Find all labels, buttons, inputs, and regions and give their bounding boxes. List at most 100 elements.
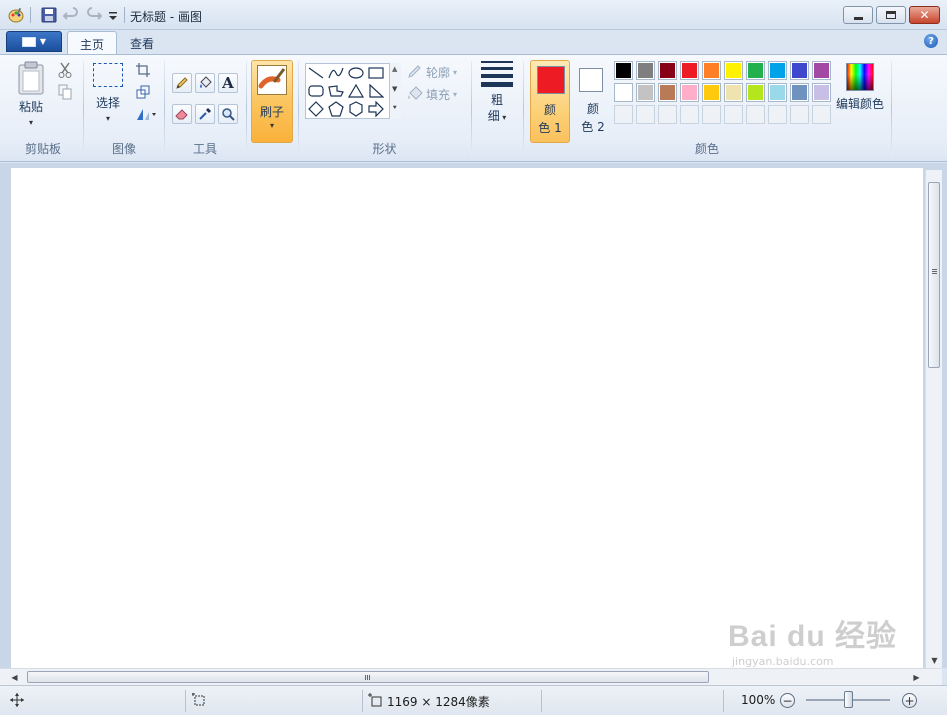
right-triangle-shape-icon[interactable] <box>367 83 385 99</box>
paste-button[interactable]: 粘贴 ▾ <box>10 61 52 131</box>
clipboard-group: 粘贴 ▾ 剪贴板 <box>4 55 82 161</box>
redo-icon[interactable] <box>86 7 103 23</box>
shapes-gallery <box>305 63 401 119</box>
scroll-down-arrow[interactable]: ▼ <box>926 652 943 669</box>
customize-quick-access-icon[interactable] <box>107 7 123 23</box>
palette-color-swatch[interactable] <box>812 61 831 80</box>
close-button[interactable]: ✕ <box>909 6 940 24</box>
cut-icon[interactable] <box>56 61 74 79</box>
palette-color-swatch[interactable] <box>724 83 743 102</box>
cursor-position-icon <box>10 693 24 710</box>
group-separator <box>246 61 247 157</box>
minimize-button[interactable] <box>843 6 873 24</box>
rectangle-shape-icon[interactable] <box>367 65 385 81</box>
selection-size-icon <box>192 693 206 710</box>
pentagon-shape-icon[interactable] <box>327 101 345 117</box>
polygon-shape-icon[interactable] <box>327 83 345 99</box>
color-2-label-1: 颜 <box>586 102 599 116</box>
crop-icon[interactable] <box>134 61 152 79</box>
help-icon[interactable]: ? <box>924 34 938 48</box>
horizontal-scroll-thumb[interactable] <box>27 671 709 683</box>
brushes-button[interactable]: 刷子 ▾ <box>251 60 293 143</box>
tab-view[interactable]: 查看 <box>118 31 166 54</box>
vertical-scroll-thumb[interactable] <box>928 182 940 368</box>
undo-icon[interactable] <box>62 7 79 23</box>
edit-colors-button[interactable]: 编辑颜色 <box>836 63 884 112</box>
copy-icon[interactable] <box>56 83 74 101</box>
zoom-out-button[interactable]: − <box>780 693 795 708</box>
shapes-scroll[interactable]: ▲ ▼ ⯆ <box>389 63 401 119</box>
palette-empty-swatch <box>636 105 655 124</box>
hexagon-shape-icon[interactable] <box>347 101 365 117</box>
save-icon[interactable] <box>41 7 57 23</box>
palette-color-swatch[interactable] <box>614 61 633 80</box>
line-width-icon <box>481 61 513 87</box>
palette-color-swatch[interactable] <box>768 61 787 80</box>
palette-color-swatch[interactable] <box>724 61 743 80</box>
zoom-slider-thumb[interactable] <box>844 691 853 708</box>
palette-color-swatch[interactable] <box>658 83 677 102</box>
palette-color-swatch[interactable] <box>790 83 809 102</box>
image-size-icon <box>368 693 382 710</box>
restore-icon <box>886 11 896 19</box>
edit-colors-label: 编辑颜色 <box>836 97 885 111</box>
horizontal-scrollbar[interactable]: ◀ ▶ <box>0 668 942 685</box>
chevron-down-icon[interactable]: ▼ <box>392 85 397 93</box>
oval-shape-icon[interactable] <box>347 65 365 81</box>
fill-button[interactable]: 填充 ▾ <box>407 85 457 103</box>
scroll-right-arrow[interactable]: ▶ <box>908 669 925 686</box>
select-label: 选择 <box>95 96 120 110</box>
rotate-icon[interactable] <box>134 105 158 123</box>
vertical-scrollbar[interactable]: ▼ <box>925 170 942 668</box>
palette-color-swatch[interactable] <box>790 61 809 80</box>
menu-icon <box>21 36 36 47</box>
color-1-label-1: 颜 <box>543 103 556 117</box>
size-label-2: 细 ▾ <box>487 109 507 123</box>
zoom-in-button[interactable]: + <box>902 693 917 708</box>
resize-icon[interactable] <box>134 83 152 101</box>
maximize-button[interactable] <box>876 6 906 24</box>
select-dropdown-icon: ▾ <box>105 114 110 123</box>
outline-button[interactable]: 轮廓 ▾ <box>407 63 457 81</box>
fill-bucket-icon[interactable] <box>195 73 215 93</box>
chevron-up-icon[interactable]: ▲ <box>392 65 397 73</box>
drawing-canvas[interactable] <box>11 168 923 668</box>
palette-color-swatch[interactable] <box>658 61 677 80</box>
palette-color-swatch[interactable] <box>768 83 787 102</box>
diamond-shape-icon[interactable] <box>307 101 325 117</box>
palette-color-swatch[interactable] <box>636 61 655 80</box>
more-shapes-icon[interactable]: ⯆ <box>392 104 398 113</box>
triangle-shape-icon[interactable] <box>347 83 365 99</box>
rounded-rectangle-shape-icon[interactable] <box>307 83 325 99</box>
tab-home[interactable]: 主页 <box>67 31 118 55</box>
fill-label: 填充 <box>426 87 451 102</box>
palette-color-swatch[interactable] <box>702 83 721 102</box>
pencil-icon[interactable] <box>172 73 192 93</box>
scroll-left-arrow[interactable]: ◀ <box>6 669 23 686</box>
color-2-button[interactable]: 颜 色 2 <box>575 60 611 143</box>
color-2-swatch <box>579 68 603 92</box>
paste-dropdown-icon: ▾ <box>28 118 33 127</box>
right-arrow-shape-icon[interactable] <box>367 101 385 117</box>
text-tool-icon[interactable]: A <box>218 73 238 93</box>
group-separator <box>471 61 472 157</box>
magnifier-icon[interactable] <box>218 104 238 124</box>
palette-color-swatch[interactable] <box>746 61 765 80</box>
line-shape-icon[interactable] <box>307 65 325 81</box>
size-button[interactable]: 粗 细 ▾ <box>478 61 516 126</box>
palette-color-swatch[interactable] <box>680 83 699 102</box>
color-picker-icon[interactable] <box>195 104 215 124</box>
palette-color-swatch[interactable] <box>812 83 831 102</box>
chevron-down-icon: ▼ <box>39 37 47 46</box>
palette-color-swatch[interactable] <box>702 61 721 80</box>
eraser-icon[interactable] <box>172 104 192 124</box>
palette-color-swatch[interactable] <box>614 83 633 102</box>
select-button[interactable]: 选择 ▾ <box>90 63 126 127</box>
palette-color-swatch[interactable] <box>636 83 655 102</box>
palette-color-swatch[interactable] <box>680 61 699 80</box>
curve-shape-icon[interactable] <box>327 65 345 81</box>
paint-app-icon[interactable] <box>8 7 24 23</box>
paint-menu-button[interactable]: ▼ <box>6 31 62 52</box>
color-1-button[interactable]: 颜 色 1 <box>530 60 570 143</box>
palette-color-swatch[interactable] <box>746 83 765 102</box>
